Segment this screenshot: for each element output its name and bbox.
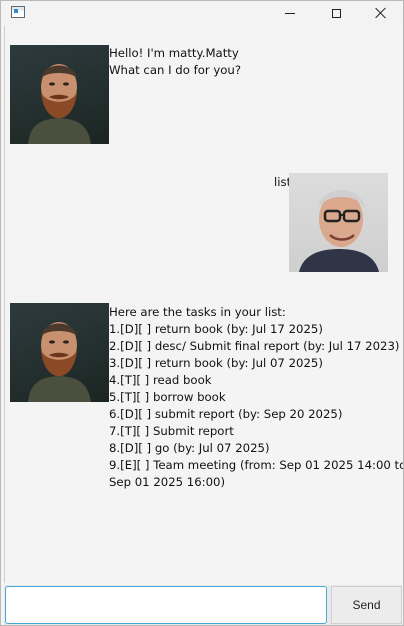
maximize-icon — [331, 8, 341, 18]
task-line: 3.[D][ ] return book (by: Jul 07 2025) — [109, 356, 323, 370]
task-line: 4.[T][ ] read book — [109, 373, 212, 387]
task-line: 1.[D][ ] return book (by: Jul 17 2025) — [109, 322, 323, 336]
task-line: 6.[D][ ] submit report (by: Sep 20 2025) — [109, 407, 343, 421]
bot-avatar — [10, 303, 109, 402]
title-bar[interactable] — [1, 1, 403, 25]
task-line: 2.[D][ ] desc/ Submit final report (by: … — [109, 339, 400, 353]
bot-message-2: Here are the tasks in your list: 1.[D][ … — [109, 304, 404, 491]
bot-message-1: Hello! I'm matty.Matty What can I do for… — [109, 45, 241, 79]
task-line: Sep 01 2025 16:00) — [109, 475, 226, 489]
message-line: Hello! I'm matty.Matty — [109, 46, 239, 60]
app-icon — [11, 6, 25, 18]
send-button[interactable]: Send — [331, 586, 402, 624]
app-window: Hello! I'm matty.Matty What can I do for… — [0, 0, 404, 626]
close-icon — [375, 7, 387, 19]
message-line: Here are the tasks in your list: — [109, 305, 286, 319]
message-line: What can I do for you? — [109, 63, 242, 77]
task-line: 8.[D][ ] go (by: Jul 07 2025) — [109, 441, 270, 455]
message-input[interactable] — [5, 586, 327, 624]
minimize-button[interactable] — [267, 1, 313, 25]
chat-scroll-pane[interactable]: Hello! I'm matty.Matty What can I do for… — [4, 26, 403, 583]
task-line: 7.[T][ ] Submit report — [109, 424, 234, 438]
task-line: 5.[T][ ] borrow book — [109, 390, 226, 404]
maximize-button[interactable] — [313, 1, 359, 25]
close-button[interactable] — [358, 1, 403, 25]
user-avatar — [289, 173, 388, 272]
input-bar: Send — [4, 585, 402, 625]
bot-avatar — [10, 45, 109, 144]
minimize-icon — [285, 12, 295, 14]
task-line: 9.[E][ ] Team meeting (from: Sep 01 2025… — [109, 458, 404, 472]
